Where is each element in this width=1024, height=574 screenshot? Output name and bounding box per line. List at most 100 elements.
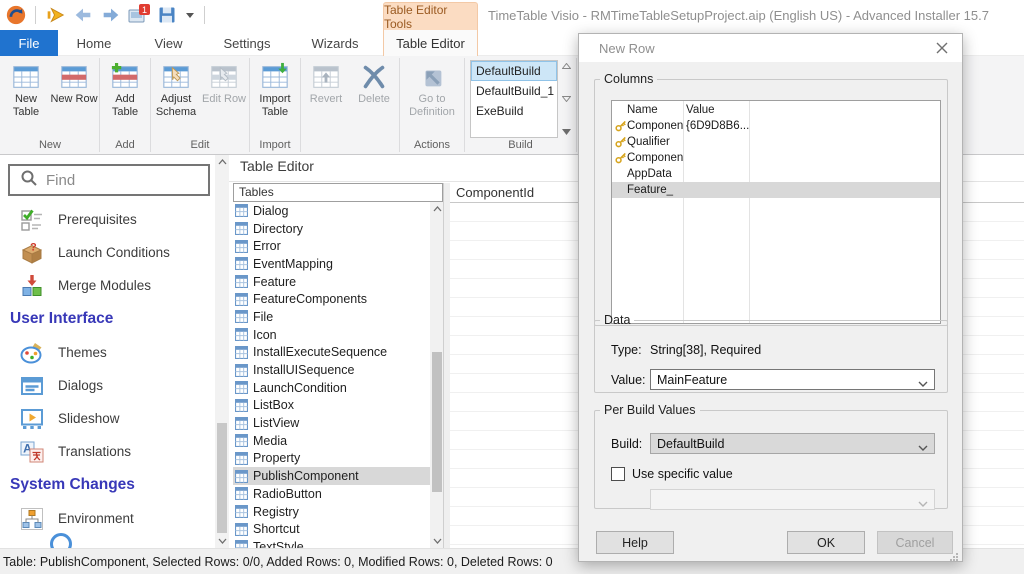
- scroll-up-icon[interactable]: [430, 202, 444, 216]
- new-table-button[interactable]: New Table: [2, 59, 50, 138]
- table-name: PublishComponent: [253, 469, 359, 484]
- table-row-error[interactable]: Error: [233, 237, 430, 255]
- sidebar-item-translations[interactable]: A Translations: [0, 435, 215, 468]
- column-row-feature[interactable]: Feature_: [612, 182, 940, 198]
- small-table-icon: [235, 363, 248, 377]
- build-item-exebuild[interactable]: ExeBuild: [471, 101, 557, 121]
- table-row-icon[interactable]: Icon: [233, 326, 430, 344]
- contextual-tab-group-header[interactable]: Table Editor Tools: [383, 2, 478, 31]
- table-row-textstyle[interactable]: TextStyle: [233, 538, 430, 548]
- specific-value-combobox[interactable]: [650, 489, 935, 510]
- sidebar-item-slideshow[interactable]: Slideshow: [0, 402, 215, 435]
- table-name: InstallUISequence: [253, 363, 355, 378]
- revert-button[interactable]: Revert: [302, 59, 350, 138]
- columns-grid[interactable]: Name Value Componen...{6D9D8B6... Qualifi…: [611, 100, 941, 324]
- forward-arrow-icon[interactable]: [99, 3, 123, 27]
- tab-home[interactable]: Home: [58, 30, 130, 56]
- small-table-icon: [235, 434, 248, 448]
- adjust-schema-button[interactable]: Adjust Schema: [152, 59, 200, 138]
- scroll-down-icon[interactable]: [430, 534, 444, 548]
- table-name: Dialog: [253, 203, 289, 218]
- spin-more-icon[interactable]: [562, 129, 571, 135]
- build-listbox[interactable]: DefaultBuild DefaultBuild_1 ExeBuild: [470, 60, 558, 138]
- scrollbar-thumb[interactable]: [217, 423, 227, 533]
- edit-row-button[interactable]: Edit Row: [200, 59, 248, 138]
- capture-badge-icon[interactable]: 1: [127, 3, 151, 27]
- table-row-dialog[interactable]: Dialog: [233, 202, 430, 220]
- add-table-button[interactable]: Add Table: [101, 59, 149, 138]
- scroll-up-icon[interactable]: [215, 155, 229, 169]
- tab-file[interactable]: File: [0, 30, 58, 56]
- table-row-listview[interactable]: ListView: [233, 414, 430, 432]
- find-input[interactable]: [46, 171, 186, 189]
- resize-grip-icon[interactable]: [949, 549, 959, 561]
- type-row: Type: String[38], Required: [611, 343, 935, 357]
- column-row-componen[interactable]: Componen...{6D9D8B6...: [612, 118, 940, 134]
- table-row-feature[interactable]: Feature: [233, 273, 430, 291]
- small-table-icon: [235, 540, 248, 548]
- group-label: Add: [115, 139, 135, 151]
- column-row-appdata[interactable]: AppData: [612, 166, 940, 182]
- delete-button[interactable]: Delete: [350, 59, 398, 138]
- scroll-down-icon[interactable]: [215, 534, 229, 548]
- sidebar-item-label: Environment: [58, 511, 134, 526]
- tables-scrollbar[interactable]: [430, 202, 443, 548]
- table-row-registry[interactable]: Registry: [233, 503, 430, 521]
- close-icon[interactable]: [928, 38, 956, 58]
- build-arrow-icon[interactable]: [43, 3, 67, 27]
- tab-table-editor[interactable]: Table Editor: [383, 30, 478, 56]
- sidebar-scrollbar[interactable]: [215, 155, 229, 548]
- column-row-component[interactable]: Component_: [612, 150, 940, 166]
- sidebar-item-environment[interactable]: Environment: [0, 502, 215, 535]
- sidebar-item-themes[interactable]: Themes: [0, 336, 215, 369]
- table-row-directory[interactable]: Directory: [233, 220, 430, 238]
- app-logo-icon[interactable]: [4, 3, 28, 27]
- tab-settings[interactable]: Settings: [207, 30, 287, 56]
- new-row-button[interactable]: New Row: [50, 59, 98, 138]
- cancel-button[interactable]: Cancel: [877, 531, 953, 554]
- spin-down-icon[interactable]: [562, 96, 571, 102]
- help-button[interactable]: Help: [596, 531, 674, 554]
- table-row-shortcut[interactable]: Shortcut: [233, 520, 430, 538]
- sidebar-item-dialogs[interactable]: Dialogs: [0, 369, 215, 402]
- sidebar-item-prerequisites[interactable]: Prerequisites: [0, 203, 215, 236]
- dialog-title: New Row: [579, 34, 962, 62]
- table-row-file[interactable]: File: [233, 308, 430, 326]
- back-arrow-icon[interactable]: [71, 3, 95, 27]
- table-row-eventmapping[interactable]: EventMapping: [233, 255, 430, 273]
- sidebar-item-merge-modules[interactable]: Merge Modules: [0, 269, 215, 302]
- table-row-featurecomponents[interactable]: FeatureComponents: [233, 290, 430, 308]
- go-to-definition-button[interactable]: Go to Definition: [401, 59, 463, 138]
- table-name: Media: [253, 433, 288, 448]
- tab-view[interactable]: View: [130, 30, 207, 56]
- table-row-installuisequence[interactable]: InstallUISequence: [233, 361, 430, 379]
- save-icon[interactable]: [155, 3, 179, 27]
- use-specific-value-checkbox[interactable]: [611, 467, 625, 481]
- table-row-launchcondition[interactable]: LaunchCondition: [233, 379, 430, 397]
- build-combobox[interactable]: DefaultBuild: [650, 433, 935, 454]
- scrollbar-thumb[interactable]: [431, 352, 442, 492]
- build-item-defaultbuild_1[interactable]: DefaultBuild_1: [471, 81, 557, 101]
- group-label: Build: [508, 139, 533, 151]
- key-icon: [615, 152, 627, 164]
- tab-wizards[interactable]: Wizards: [287, 30, 383, 56]
- column-name: Componen...: [627, 120, 683, 132]
- translations-icon: A: [20, 440, 44, 464]
- table-row-installexecutesequence[interactable]: InstallExecuteSequence: [233, 344, 430, 362]
- table-row-radiobutton[interactable]: RadioButton: [233, 485, 430, 503]
- import-table-button[interactable]: Import Table: [251, 59, 299, 138]
- table-row-listbox[interactable]: ListBox: [233, 397, 430, 415]
- table-row-property[interactable]: Property: [233, 450, 430, 468]
- key-icon: [615, 120, 627, 132]
- ok-button[interactable]: OK: [787, 531, 865, 554]
- spin-up-icon[interactable]: [562, 63, 571, 69]
- table-row-publishcomponent[interactable]: PublishComponent: [233, 467, 430, 485]
- ribbon-group-misc: Revert Delete: [302, 56, 398, 154]
- build-item-defaultbuild[interactable]: DefaultBuild: [471, 61, 557, 81]
- sidebar-item-launch-conditions[interactable]: ? Launch Conditions: [0, 236, 215, 269]
- find-box[interactable]: [8, 164, 210, 196]
- dropdown-caret-icon[interactable]: [183, 10, 197, 21]
- table-row-media[interactable]: Media: [233, 432, 430, 450]
- column-row-qualifier[interactable]: Qualifier: [612, 134, 940, 150]
- value-combobox[interactable]: MainFeature: [650, 369, 935, 390]
